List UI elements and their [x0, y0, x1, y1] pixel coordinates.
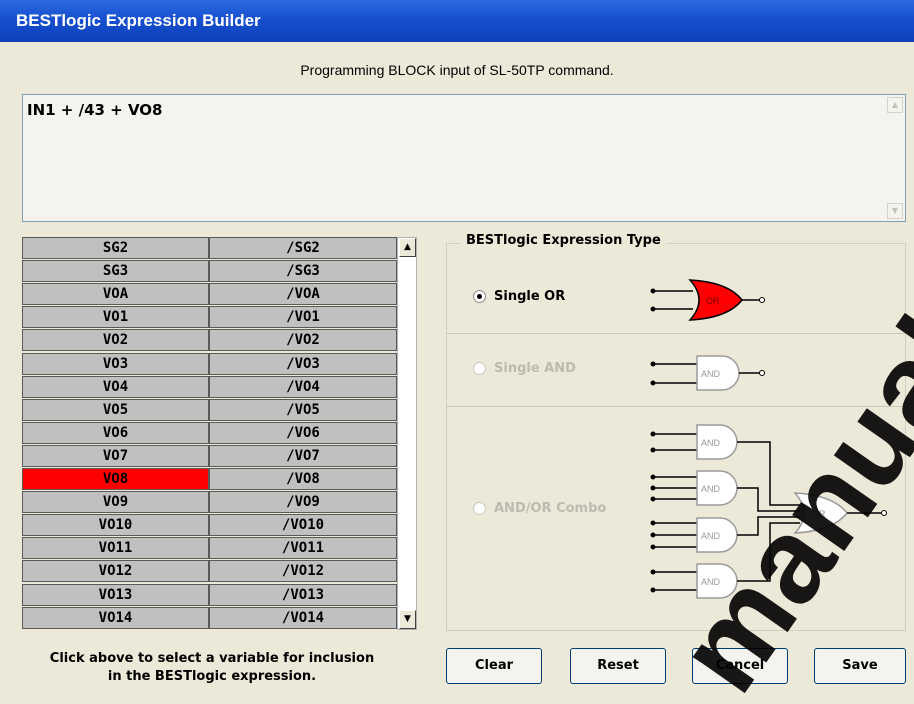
and-gate-label: AND [701, 484, 721, 494]
or-gate-label: OR [706, 296, 720, 306]
and-gate-label: AND [701, 369, 721, 379]
and-or-combo-icon: AND AND AND AND OR [650, 424, 887, 599]
and-gate-icon: AND [650, 355, 765, 391]
cancel-button[interactable]: Cancel [692, 648, 788, 684]
and-gate-label: AND [701, 438, 721, 448]
logic-gate-diagrams: OR AND AND AND AND AND OR [650, 279, 887, 599]
and-gate-label: AND [701, 531, 721, 541]
reset-button[interactable]: Reset [570, 648, 666, 684]
or-gate-icon: OR [650, 279, 765, 321]
or-gate-label: OR [812, 509, 826, 519]
save-button[interactable]: Save [814, 648, 906, 684]
and-gate-label: AND [701, 577, 721, 587]
clear-button[interactable]: Clear [446, 648, 542, 684]
